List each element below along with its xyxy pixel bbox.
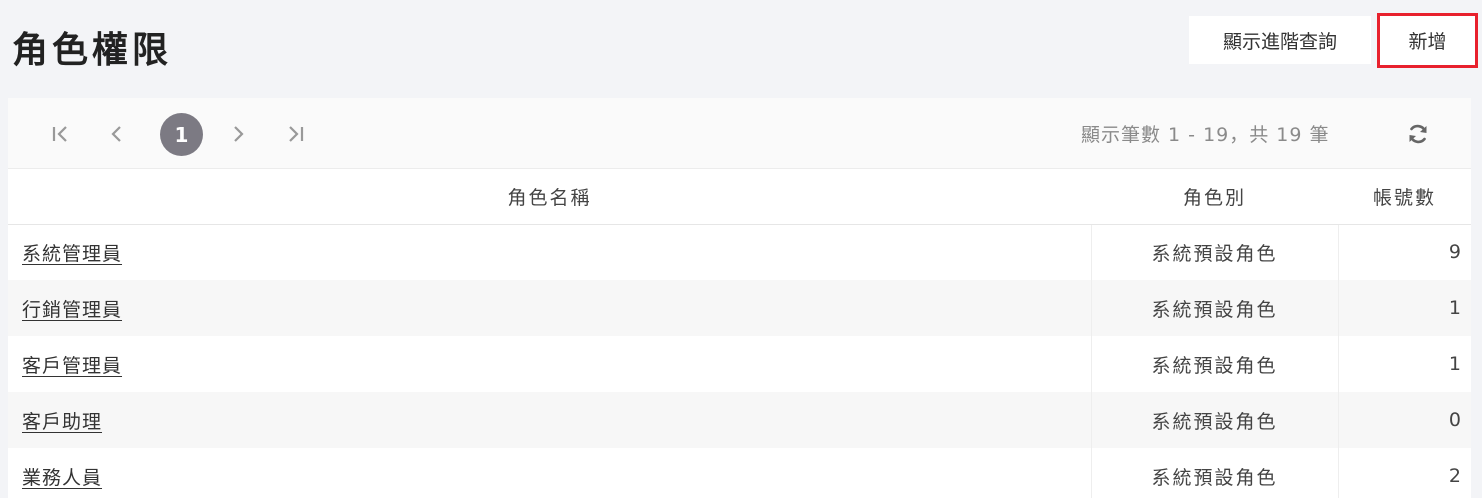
column-header-account-count[interactable]: 帳號數 xyxy=(1338,169,1471,225)
show-advanced-search-button[interactable]: 顯示進階查詢 xyxy=(1189,16,1371,64)
table-header-row: 角色名稱 角色別 帳號數 xyxy=(8,169,1471,225)
table-row: 業務人員 系統預設角色 2 xyxy=(8,448,1471,498)
account-count-cell: 9 xyxy=(1338,224,1471,280)
role-name-link[interactable]: 行銷管理員 xyxy=(22,299,122,321)
role-type-cell: 系統預設角色 xyxy=(1091,280,1339,336)
role-name-link[interactable]: 客戶助理 xyxy=(22,411,102,433)
role-name-link[interactable]: 業務人員 xyxy=(22,467,102,489)
table-row: 客戶管理員 系統預設角色 1 xyxy=(8,336,1471,392)
next-page-icon[interactable] xyxy=(223,113,253,155)
add-button[interactable]: 新增 xyxy=(1377,13,1478,68)
role-name-cell: 系統管理員 xyxy=(8,224,1092,280)
prev-page-icon[interactable] xyxy=(102,113,132,155)
role-type-cell: 系統預設角色 xyxy=(1091,224,1339,280)
record-count-summary: 顯示筆數 1 - 19，共 19 筆 xyxy=(1081,123,1330,146)
last-page-icon[interactable] xyxy=(280,113,310,155)
pagination-toolbar: 1 顯示筆數 1 - 19，共 19 筆 xyxy=(8,98,1471,169)
roles-table: 角色名稱 角色別 帳號數 系統管理員 系統預設角色 9 行銷管理員 系統預設角色… xyxy=(8,169,1471,498)
roles-table-card: 1 顯示筆數 1 - 19，共 19 筆 角色名稱 角色別 帳號數 系統管理員 … xyxy=(8,98,1471,498)
role-name-cell: 行銷管理員 xyxy=(8,280,1092,336)
table-row: 系統管理員 系統預設角色 9 xyxy=(8,224,1471,280)
role-name-cell: 客戶助理 xyxy=(8,392,1092,448)
table-row: 客戶助理 系統預設角色 0 xyxy=(8,392,1471,448)
account-count-cell: 2 xyxy=(1338,448,1471,498)
account-count-cell: 0 xyxy=(1338,392,1471,448)
role-name-cell: 客戶管理員 xyxy=(8,336,1092,392)
page-title: 角色權限 xyxy=(12,30,173,71)
refresh-icon[interactable] xyxy=(1404,120,1432,148)
role-name-link[interactable]: 客戶管理員 xyxy=(22,355,122,377)
column-header-role-name[interactable]: 角色名稱 xyxy=(8,169,1091,225)
account-count-cell: 1 xyxy=(1338,336,1471,392)
role-permissions-page: 角色權限 顯示進階查詢 新增 1 顯示筆數 1 - 19，共 19 筆 角色名稱… xyxy=(0,0,1482,498)
account-count-cell: 1 xyxy=(1338,280,1471,336)
column-header-role-type[interactable]: 角色別 xyxy=(1091,169,1338,225)
role-type-cell: 系統預設角色 xyxy=(1091,392,1339,448)
current-page-button[interactable]: 1 xyxy=(160,113,203,156)
table-row: 行銷管理員 系統預設角色 1 xyxy=(8,280,1471,336)
role-name-link[interactable]: 系統管理員 xyxy=(22,243,122,265)
role-name-cell: 業務人員 xyxy=(8,448,1092,498)
role-type-cell: 系統預設角色 xyxy=(1091,448,1339,498)
first-page-icon[interactable] xyxy=(46,113,76,155)
role-type-cell: 系統預設角色 xyxy=(1091,336,1339,392)
